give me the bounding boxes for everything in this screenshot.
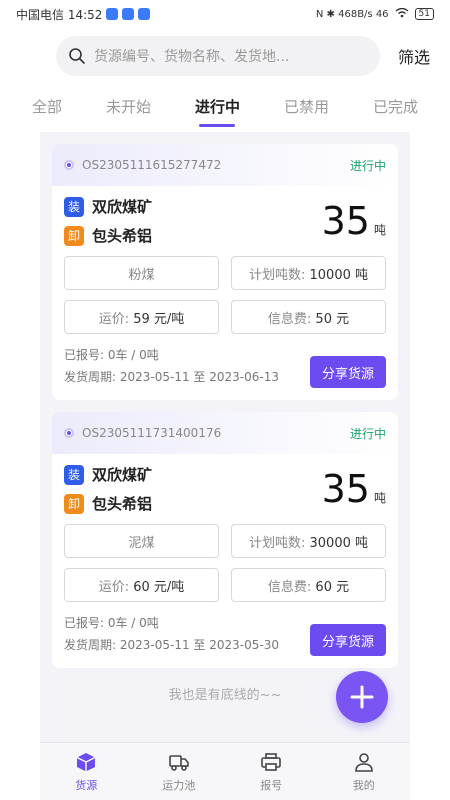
info-fee-value: 50 元 [315, 311, 350, 327]
tab-completed[interactable]: 已完成 [373, 86, 418, 127]
battery-icon: 51 [414, 8, 434, 20]
status-badge: 进行中 [349, 426, 386, 441]
cargo-card[interactable]: OS2305111615277472 进行中 装 双欣煤矿 卸 包头希铝 35 [52, 144, 398, 400]
filter-button[interactable]: 筛选 [394, 44, 434, 68]
status-tabs: 全部 未开始 进行中 已禁用 已完成 [0, 78, 450, 134]
app-notification-icon [122, 8, 135, 20]
nav-capacity-pool[interactable]: 运力池 [149, 751, 209, 793]
cargo-card[interactable]: OS2305111731400176 进行中 装 双欣煤矿 卸 包头希铝 35 [52, 412, 398, 668]
freight-rate-value: 60 元/吨 [133, 579, 185, 595]
plus-icon [350, 685, 374, 709]
quantity-unit: 吨 [373, 491, 386, 505]
shipping-period: 发货周期: 2023-05-11 至 2023-06-13 [64, 370, 279, 384]
order-dot-icon [64, 428, 74, 438]
search-row: 货源编号、货物名称、发货地... 筛选 [0, 28, 450, 78]
status-badge: 进行中 [349, 158, 386, 173]
quantity-value: 35 [321, 467, 370, 511]
status-bar: 中国电信 14:52 N ✱ 468B/s 46 51 [0, 0, 450, 28]
wifi-icon [395, 7, 409, 21]
info-fee: 信息费: 60 元 [231, 568, 386, 602]
load-place: 双欣煤矿 [92, 198, 153, 216]
nav-cargo[interactable]: 货源 [56, 751, 116, 793]
info-fee-value: 60 元 [315, 579, 350, 595]
printer-icon [261, 752, 282, 771]
nav-capacity-pool-label: 运力池 [162, 778, 196, 792]
user-icon [354, 752, 373, 772]
truck-icon [168, 754, 189, 771]
cargo-type-value: 泥煤 [128, 535, 155, 551]
cargo-list: OS2305111615277472 进行中 装 双欣煤矿 卸 包头希铝 35 [40, 132, 410, 742]
cargo-type: 粉煤 [64, 256, 219, 290]
bottom-nav: 货源 运力池 报号 我的 [40, 742, 410, 800]
tab-not-started[interactable]: 未开始 [106, 86, 151, 127]
nav-mine[interactable]: 我的 [334, 751, 394, 793]
card-header: OS2305111615277472 进行中 [52, 144, 398, 186]
search-icon [69, 48, 85, 64]
load-place: 双欣煤矿 [92, 466, 153, 484]
info-fee-label: 信息费: [267, 579, 312, 595]
status-indicators: N ✱ 468B/s 46 [315, 8, 389, 20]
order-dot-icon [64, 160, 74, 170]
order-number: OS2305111731400176 [82, 426, 222, 440]
tab-disabled[interactable]: 已禁用 [284, 86, 329, 127]
info-fee-label: 信息费: [267, 311, 312, 327]
search-input[interactable]: 货源编号、货物名称、发货地... [56, 36, 380, 76]
tab-all[interactable]: 全部 [32, 86, 62, 127]
freight-rate: 运价: 59 元/吨 [64, 300, 219, 334]
add-cargo-button[interactable] [336, 671, 388, 723]
planned-tonnage: 计划吨数: 10000 吨 [231, 256, 386, 290]
card-header: OS2305111731400176 进行中 [52, 412, 398, 454]
nav-report-label: 报号 [260, 778, 283, 792]
load-tag: 装 [64, 464, 84, 485]
nav-report[interactable]: 报号 [241, 751, 301, 793]
share-cargo-button[interactable]: 分享货源 [309, 624, 386, 656]
nav-cargo-label: 货源 [75, 778, 98, 792]
load-tag: 装 [64, 196, 84, 217]
search-placeholder: 货源编号、货物名称、发货地... [94, 49, 290, 65]
carrier-time: 中国电信 14:52 [16, 7, 103, 22]
cargo-type: 泥煤 [64, 524, 219, 558]
unload-place: 包头希铝 [92, 227, 153, 245]
share-cargo-button[interactable]: 分享货源 [309, 356, 386, 388]
app-notification-icon [138, 8, 151, 20]
quantity-value: 35 [321, 199, 370, 243]
reported-count: 已报号: 0车 / 0吨 [64, 616, 159, 630]
box-icon [76, 752, 96, 771]
tab-in-progress[interactable]: 进行中 [195, 86, 240, 127]
quantity-unit: 吨 [373, 223, 386, 237]
cargo-type-value: 粉煤 [128, 267, 155, 283]
planned-tonnage-label: 计划吨数: [248, 267, 306, 283]
planned-tonnage-value: 30000 吨 [309, 535, 369, 551]
unload-tag: 卸 [64, 225, 84, 246]
reported-count: 已报号: 0车 / 0吨 [64, 348, 159, 362]
freight-rate-label: 运价: [98, 579, 130, 595]
freight-rate-value: 59 元/吨 [133, 311, 185, 327]
freight-rate-label: 运价: [98, 311, 130, 327]
shipping-period: 发货周期: 2023-05-11 至 2023-05-30 [64, 638, 279, 652]
planned-tonnage-value: 10000 吨 [309, 267, 369, 283]
unload-tag: 卸 [64, 493, 84, 514]
nav-mine-label: 我的 [352, 778, 375, 792]
planned-tonnage-label: 计划吨数: [248, 535, 306, 551]
planned-tonnage: 计划吨数: 30000 吨 [231, 524, 386, 558]
app-notification-icon [106, 8, 119, 20]
unload-place: 包头希铝 [92, 495, 153, 513]
info-fee: 信息费: 50 元 [231, 300, 386, 334]
order-number: OS2305111615277472 [82, 158, 222, 172]
freight-rate: 运价: 60 元/吨 [64, 568, 219, 602]
